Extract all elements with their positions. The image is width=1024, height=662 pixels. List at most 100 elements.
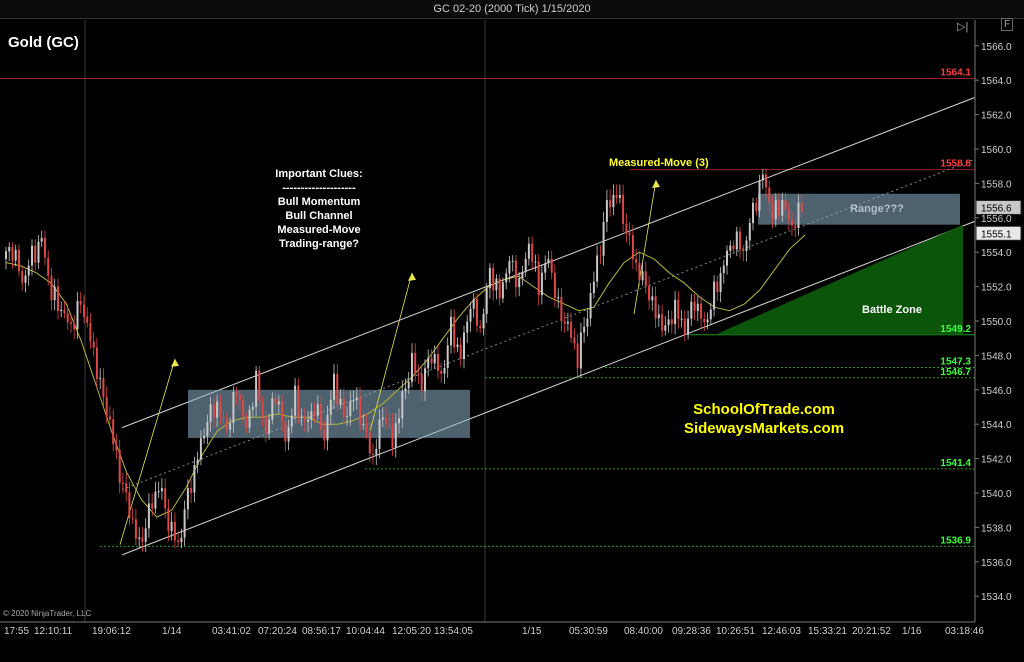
candle-body: [63, 309, 66, 314]
candle-body: [102, 378, 105, 397]
candle-body: [618, 194, 621, 198]
candle-body: [368, 432, 371, 454]
y-tick-label: 1550.0: [981, 317, 1012, 328]
candle-body: [583, 326, 586, 333]
candle-body: [83, 304, 85, 317]
candle-body: [336, 373, 339, 405]
instrument-label: Gold (GC): [8, 34, 79, 51]
candle-body: [326, 414, 329, 441]
candle-body: [797, 202, 800, 228]
x-tick-label: 1/16: [902, 626, 922, 637]
y-tick-label: 1552.0: [981, 283, 1012, 294]
price-level-label: 1564.1: [940, 67, 971, 78]
candle-body: [297, 385, 300, 418]
candle-body: [700, 303, 703, 319]
candle-body: [719, 273, 722, 292]
candle-body: [391, 423, 394, 448]
candle-body: [281, 401, 284, 423]
candle-body: [5, 251, 7, 259]
candle-body: [258, 370, 261, 402]
candle-body: [755, 202, 758, 211]
candle-body: [739, 231, 741, 250]
candle-body: [271, 398, 274, 420]
x-tick-label: 12:10:11: [34, 626, 73, 637]
candle-body: [144, 528, 147, 542]
x-tick-label: 15:33:21: [808, 626, 847, 637]
candle-body: [579, 332, 582, 369]
candle-body: [726, 250, 728, 266]
x-tick-label: 05:30:59: [569, 626, 608, 637]
candle-body: [433, 354, 436, 364]
candle-body: [342, 399, 345, 418]
candle-body: [680, 318, 683, 320]
candle-body: [8, 247, 11, 252]
projection-arrow: [633, 179, 657, 315]
candle-body: [378, 419, 381, 449]
candle-body: [125, 483, 128, 493]
candle-body: [573, 337, 576, 344]
x-tick-label: 08:40:00: [624, 626, 663, 637]
candle-body: [229, 423, 232, 430]
candle-body: [381, 417, 384, 420]
candle-body: [76, 301, 79, 329]
candle-body: [183, 509, 186, 538]
candle-body: [60, 309, 63, 311]
current-price-flag-label: 1555.1: [981, 229, 1012, 240]
candle-body: [768, 187, 771, 203]
scroll-to-end-icon[interactable]: ▷|: [957, 20, 968, 33]
candle-body: [488, 268, 491, 289]
candle-body: [164, 488, 167, 509]
candle-body: [245, 417, 248, 428]
candle-body: [316, 404, 319, 416]
candle-body: [219, 401, 222, 417]
candle-body: [644, 271, 647, 286]
candle-body: [612, 194, 615, 208]
candle-body: [160, 488, 163, 492]
price-chart[interactable]: 1566.0 1564.0 1562.0 1560.0 1558.0 1556.0 1554…: [0, 0, 1024, 662]
candle-body: [238, 395, 241, 400]
candle-body: [170, 521, 173, 532]
candle-body: [732, 245, 735, 250]
candle-body: [440, 370, 443, 374]
candle-body: [95, 347, 98, 379]
y-tick-label: 1556.0: [981, 214, 1012, 225]
current-price-flag-label: 1556.6: [981, 203, 1012, 214]
candle-body: [677, 299, 680, 319]
candle-body: [255, 370, 258, 407]
candle-body: [66, 313, 69, 323]
candle-body: [638, 262, 641, 281]
copyright-text: © 2020 NinjaTrader, LLC: [3, 609, 92, 618]
candle-body: [544, 263, 547, 273]
candle-body: [456, 344, 459, 348]
candle-body: [605, 200, 608, 222]
candle-body: [648, 285, 651, 301]
candle-body: [450, 316, 452, 346]
candle-body: [398, 418, 400, 424]
candle-body: [206, 422, 209, 436]
y-tick-label: 1564.0: [981, 76, 1012, 87]
candle-body: [479, 325, 482, 329]
candle-body: [534, 261, 537, 263]
x-tick-label: 19:06:12: [92, 626, 131, 637]
candle-body: [667, 319, 670, 326]
panel-toggle-button[interactable]: F: [1001, 18, 1014, 31]
y-tick-label: 1562.0: [981, 111, 1012, 122]
candle-body: [745, 240, 748, 251]
candle-body: [781, 199, 784, 216]
candle-body: [199, 438, 202, 460]
y-tick-label: 1560.0: [981, 145, 1012, 156]
candle-body: [196, 459, 199, 465]
candle-body: [683, 318, 686, 335]
candle-body: [274, 398, 277, 405]
x-tick-label: 1/14: [162, 626, 182, 637]
clues-separator: --------------------: [282, 182, 356, 194]
candle-body: [307, 419, 310, 422]
candle-body: [173, 521, 176, 541]
candle-body: [411, 352, 413, 382]
arrow-head: [408, 272, 416, 281]
candle-body: [323, 429, 326, 441]
candle-body: [349, 401, 352, 417]
candle-body: [482, 313, 485, 329]
candle-body: [115, 444, 118, 450]
candle-body: [151, 503, 154, 509]
